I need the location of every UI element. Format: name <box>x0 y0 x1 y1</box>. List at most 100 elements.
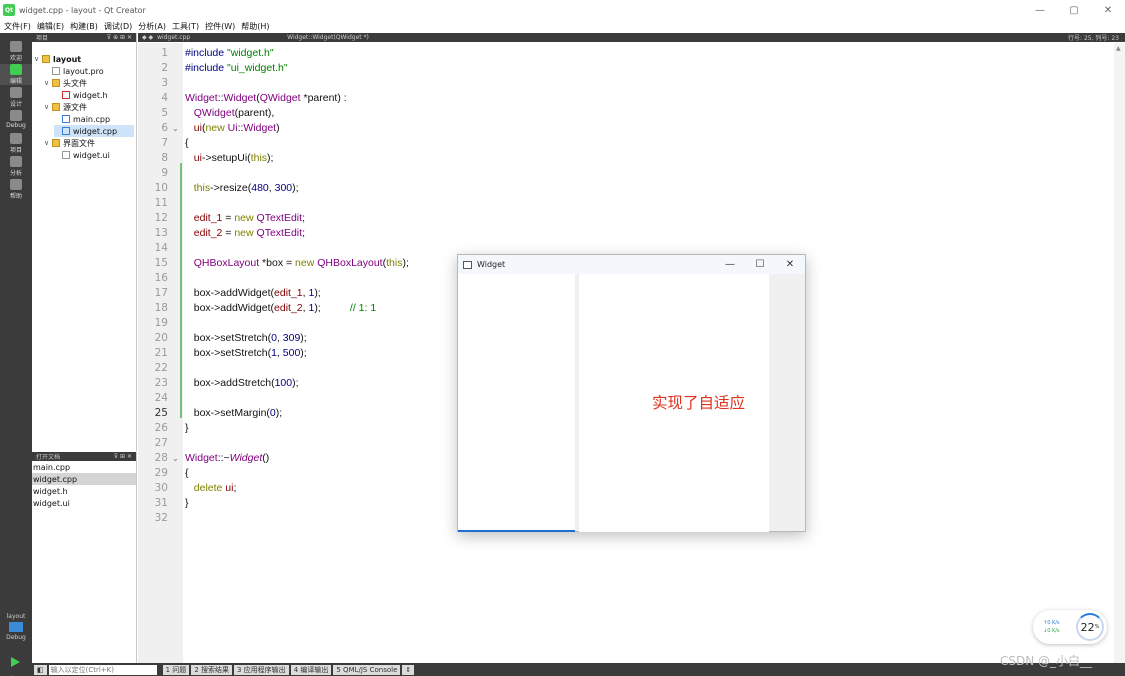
mode-3[interactable]: 设计 <box>0 87 32 108</box>
tree-item[interactable]: ∨ layout <box>34 53 81 65</box>
tree-item[interactable]: ∨ 界面文件 <box>44 137 95 149</box>
title-bar: Qt widget.cpp - layout - Qt Creator — ▢ … <box>0 0 1125 20</box>
line-number: 7 <box>161 137 168 149</box>
scroll-up-icon[interactable]: ▲ <box>1116 45 1121 52</box>
code-token: #include <box>185 47 228 59</box>
output-tab[interactable]: 4 编译输出 <box>290 664 332 675</box>
tree-item[interactable]: main.cpp <box>54 113 110 125</box>
code-token: Widget <box>223 92 257 104</box>
open-doc-item[interactable]: widget.cpp <box>32 473 136 485</box>
pane-tools-icon[interactable]: ⊽ ⊞ ✕ <box>114 453 132 460</box>
tree-item[interactable]: ∨ 源文件 <box>44 101 87 113</box>
file-selector[interactable]: widget.cpp <box>157 34 267 41</box>
tree-item-label: widget.ui <box>73 150 110 160</box>
mode-7[interactable]: 帮助 <box>0 179 32 200</box>
output-tab[interactable]: 2 搜索结果 <box>191 664 232 675</box>
open-doc-item[interactable]: widget.h <box>32 485 136 497</box>
close-button[interactable]: ✕ <box>1091 0 1125 20</box>
kit-selector[interactable]: layout Debug <box>0 613 32 641</box>
mode-2[interactable]: 编辑 <box>0 64 32 85</box>
locator-input[interactable]: 输入以定位(Ctrl+K) <box>48 664 157 675</box>
tree-item[interactable]: widget.cpp <box>54 125 134 137</box>
usage-percent-unit: % <box>1094 624 1100 630</box>
change-marker <box>180 163 182 238</box>
window-controls: — ▢ ✕ <box>1023 0 1125 20</box>
open-doc-item[interactable]: main.cpp <box>32 461 136 473</box>
tree-item-label: layout <box>53 54 82 64</box>
sidebar-toggle-icon[interactable]: ◧ <box>34 664 47 675</box>
folder-icon <box>52 103 60 111</box>
code-token: 309 <box>282 332 301 344</box>
line-number: 11 <box>154 197 168 209</box>
code-token: ; <box>233 482 237 494</box>
tree-toggle-icon[interactable]: ∨ <box>44 139 52 147</box>
output-menu-icon[interactable]: ⇕ <box>402 664 415 675</box>
widget-minimize-button[interactable]: — <box>715 255 745 274</box>
open-doc-item[interactable]: widget.ui <box>32 497 136 509</box>
line-number: 5 <box>161 107 168 119</box>
menu-item[interactable]: 控件(W) <box>205 21 235 32</box>
widget-maximize-button[interactable]: ☐ <box>745 255 775 274</box>
mode-6[interactable]: 分析 <box>0 156 32 177</box>
change-marker <box>180 238 182 418</box>
editor-scrollbar[interactable]: ▲ <box>1114 43 1125 663</box>
kit-project-label: layout <box>6 613 26 620</box>
code-line: #include "widget.h" <box>185 46 274 61</box>
code-line: Widget::~Widget() <box>185 451 269 466</box>
usage-gauge: 22% <box>1076 613 1104 641</box>
code-token: QWidget <box>193 107 235 119</box>
code-token: box->setStretch( <box>185 332 272 344</box>
widget-title-bar: Widget — ☐ ✕ <box>458 255 805 274</box>
mode-4[interactable]: Debug <box>0 110 32 129</box>
symbol-selector[interactable]: Widget::Widget(QWidget *) <box>287 34 1068 41</box>
tree-toggle-icon[interactable]: ∨ <box>44 79 52 87</box>
fold-arrow-icon[interactable]: ⌄ <box>172 451 179 466</box>
maximize-button[interactable]: ▢ <box>1057 0 1091 20</box>
menu-item[interactable]: 调试(D) <box>104 21 132 32</box>
pane-tools-icon[interactable]: ⊽ ⊕ ⊞ ✕ <box>107 34 132 41</box>
tree-item[interactable]: widget.ui <box>54 149 110 161</box>
line-number: 3 <box>161 77 168 89</box>
mode-icon <box>10 110 22 121</box>
minimize-button[interactable]: — <box>1023 0 1057 20</box>
tree-toggle-icon[interactable]: ∨ <box>44 103 52 111</box>
menu-item[interactable]: 工具(T) <box>172 21 199 32</box>
code-line: #include "ui_widget.h" <box>185 61 288 76</box>
code-line: ui(new Ui::Widget) <box>185 121 280 136</box>
line-number: 4 <box>161 92 168 104</box>
code-token: ui <box>193 122 202 134</box>
code-token: #include <box>185 62 228 74</box>
text-edit-1[interactable] <box>458 274 575 532</box>
fold-arrow-icon[interactable]: ⌄ <box>172 121 179 136</box>
widget-window-title: Widget <box>477 260 506 269</box>
code-line: edit_1 = new QTextEdit; <box>185 211 305 226</box>
code-line: box->addWidget(edit_1, 1); <box>185 286 321 301</box>
output-tab[interactable]: 5 QML/JS Console <box>333 664 401 675</box>
output-tab[interactable]: 3 应用程序输出 <box>234 664 289 675</box>
tree-toggle-icon[interactable]: ∨ <box>34 55 42 63</box>
code-token: new <box>234 212 257 224</box>
network-speed-widget[interactable]: ↑0 K/s ↓0 K/s 22% <box>1033 610 1107 644</box>
tree-item-label: main.cpp <box>73 114 111 124</box>
mode-5[interactable]: 项目 <box>0 133 32 154</box>
code-token: ); <box>275 407 283 419</box>
tree-item[interactable]: widget.h <box>54 89 108 101</box>
output-tab[interactable]: 1 问题 <box>162 664 190 675</box>
menu-item[interactable]: 编辑(E) <box>37 21 64 32</box>
menu-item[interactable]: 帮助(H) <box>241 21 269 32</box>
line-number: 23 <box>154 377 168 389</box>
project-folder-icon <box>42 55 50 63</box>
menu-item[interactable]: 文件(F) <box>4 21 31 32</box>
code-token: ::~ <box>217 452 230 464</box>
menu-item[interactable]: 构建(B) <box>70 21 98 32</box>
nav-arrows-icon[interactable]: ◆ ◆ <box>142 34 153 41</box>
tree-item[interactable]: layout.pro <box>44 65 104 77</box>
code-line: box->setMargin(0); <box>185 406 282 421</box>
mode-1[interactable]: 欢迎 <box>0 41 32 62</box>
code-token: edit_2 <box>274 302 303 314</box>
code-token: QTextEdit <box>256 212 303 224</box>
menu-item[interactable]: 分析(A) <box>138 21 166 32</box>
widget-close-button[interactable]: ✕ <box>775 255 805 274</box>
run-icon[interactable] <box>11 657 20 667</box>
tree-item[interactable]: ∨ 头文件 <box>44 77 87 89</box>
